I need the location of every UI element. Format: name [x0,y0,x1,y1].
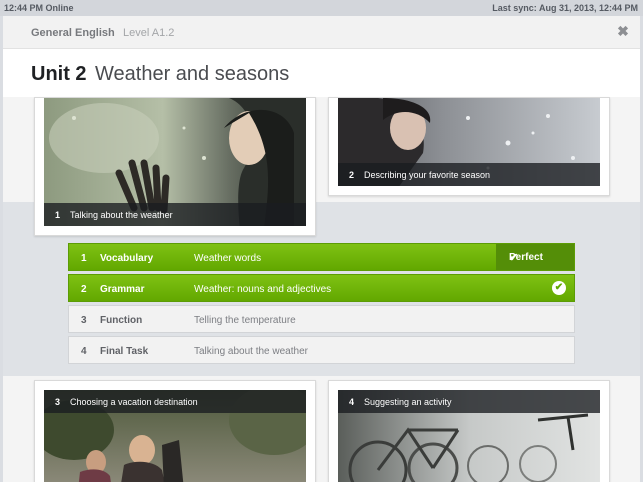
section-number: 2 [349,170,355,180]
unit-number: Unit 2 [31,63,87,85]
section-caption: 4 Suggesting an activity [338,390,600,413]
checkmark-icon: ✔ [509,252,519,264]
check-circle-icon: ✔ [552,281,566,295]
system-status-bar: 12:44 PM Online Last sync: Aug 31, 2013,… [0,0,643,16]
lesson-row-grammar[interactable]: 2 Grammar Weather: nouns and adjectives … [68,274,575,302]
course-header: General English Level A1.2 ✖ [3,16,640,49]
section-title: Talking about the weather [70,210,173,220]
status-time-online: 12:44 PM Online [4,3,74,13]
lesson-number: 1 [81,253,87,264]
section-caption: 3 Choosing a vacation destination [44,390,306,413]
rainy-window-photo: 1 Talking about the weather [44,98,306,226]
unit-window: General English Level A1.2 ✖ Unit 2 Weat… [3,16,640,482]
unit-title: Weather and seasons [95,63,290,85]
section-number: 3 [55,397,61,407]
section-number: 4 [349,397,355,407]
lesson-row-vocabulary[interactable]: 1 Vocabulary Weather words Perfect ✔ [68,243,575,271]
winter-woman-photo: 2 Describing your favorite season [338,98,600,186]
lesson-name: Final Task [100,346,149,357]
section-card-3[interactable]: 3 Choosing a vacation destination [34,380,316,482]
lesson-result-badge: Perfect ✔ [496,244,574,270]
course-name: General English [31,27,115,39]
lesson-name: Vocabulary [100,253,154,264]
section-title: Describing your favorite season [364,170,491,180]
section-title: Choosing a vacation destination [70,397,198,407]
lesson-description: Weather: nouns and adjectives [194,284,332,295]
section-card-4[interactable]: 4 Suggesting an activity [328,380,610,482]
travelers-photo: 3 Choosing a vacation destination [44,390,306,482]
course-level: Level A1.2 [123,27,175,39]
section-caption: 1 Talking about the weather [44,203,306,226]
last-sync-status: Last sync: Aug 31, 2013, 12:44 PM [492,3,638,13]
lesson-description: Talking about the weather [194,346,308,357]
lesson-row-function[interactable]: 3 Function Telling the temperature [68,305,575,333]
bicycles-photo: 4 Suggesting an activity [338,390,600,482]
section-title: Suggesting an activity [364,397,452,407]
lesson-name: Grammar [100,284,145,295]
lesson-description: Weather words [194,253,262,264]
lesson-number: 4 [81,346,87,357]
lesson-number: 3 [81,315,87,326]
lesson-description: Telling the temperature [194,315,296,326]
section-caption: 2 Describing your favorite season [338,163,600,186]
lesson-name: Function [100,315,143,326]
section-card-1[interactable]: 1 Talking about the weather [34,97,316,236]
lesson-row-final-task[interactable]: 4 Final Task Talking about the weather [68,336,575,364]
section-number: 1 [55,210,61,220]
lesson-number: 2 [81,284,87,295]
section-card-2[interactable]: 2 Describing your favorite season [328,97,610,196]
close-icon[interactable]: ✖ [616,24,630,38]
unit-title-bar: Unit 2 Weather and seasons [3,49,640,97]
